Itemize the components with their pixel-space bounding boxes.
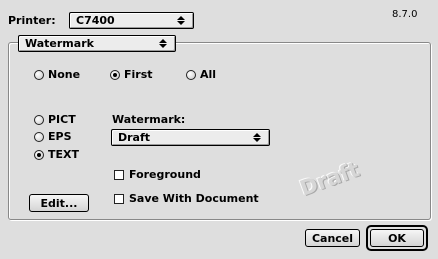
radio-label: All [200, 68, 217, 81]
panel-popup-value: Watermark [25, 37, 94, 50]
checkbox-icon [114, 169, 124, 180]
checkbox-icon [114, 193, 124, 204]
watermark-popup[interactable]: Draft [111, 129, 270, 146]
save-with-document-checkbox[interactable]: Save With Document [114, 192, 259, 205]
checkbox-label: Foreground [129, 168, 201, 181]
radio-button-icon [34, 131, 44, 142]
radio-button-icon [186, 69, 196, 80]
radio-first[interactable]: First [110, 68, 153, 81]
radio-button-icon [34, 69, 44, 80]
foreground-checkbox[interactable]: Foreground [114, 168, 201, 181]
radio-button-selected-icon [34, 149, 44, 160]
radio-label: First [124, 68, 153, 81]
radio-all[interactable]: All [186, 68, 216, 81]
radio-label: PICT [48, 113, 76, 126]
radio-label: TEXT [48, 148, 80, 161]
printer-label: Printer: [8, 14, 56, 27]
printer-value: C7400 [76, 14, 115, 27]
radio-none[interactable]: None [34, 68, 80, 81]
radio-label: EPS [48, 130, 72, 143]
radio-label: None [48, 68, 81, 81]
printer-popup[interactable]: C7400 [69, 12, 194, 29]
panel-popup[interactable]: Watermark [18, 35, 176, 52]
edit-button[interactable]: Edit... [29, 194, 89, 212]
radio-button-selected-icon [110, 69, 120, 80]
popup-arrows-icon [175, 15, 187, 27]
popup-arrows-icon [251, 132, 263, 144]
radio-button-icon [34, 114, 44, 125]
ok-button[interactable]: OK [370, 229, 424, 247]
ok-button-default-ring: OK [366, 225, 428, 251]
version-label: 8.7.0 [392, 9, 418, 20]
cancel-button[interactable]: Cancel [305, 229, 360, 247]
watermark-popup-value: Draft [118, 131, 151, 144]
radio-pict[interactable]: PICT [34, 113, 76, 126]
popup-arrows-icon [157, 38, 169, 50]
watermark-label: Watermark: [112, 113, 186, 126]
radio-text[interactable]: TEXT [34, 148, 79, 161]
checkbox-label: Save With Document [129, 192, 259, 205]
radio-eps[interactable]: EPS [34, 130, 72, 143]
